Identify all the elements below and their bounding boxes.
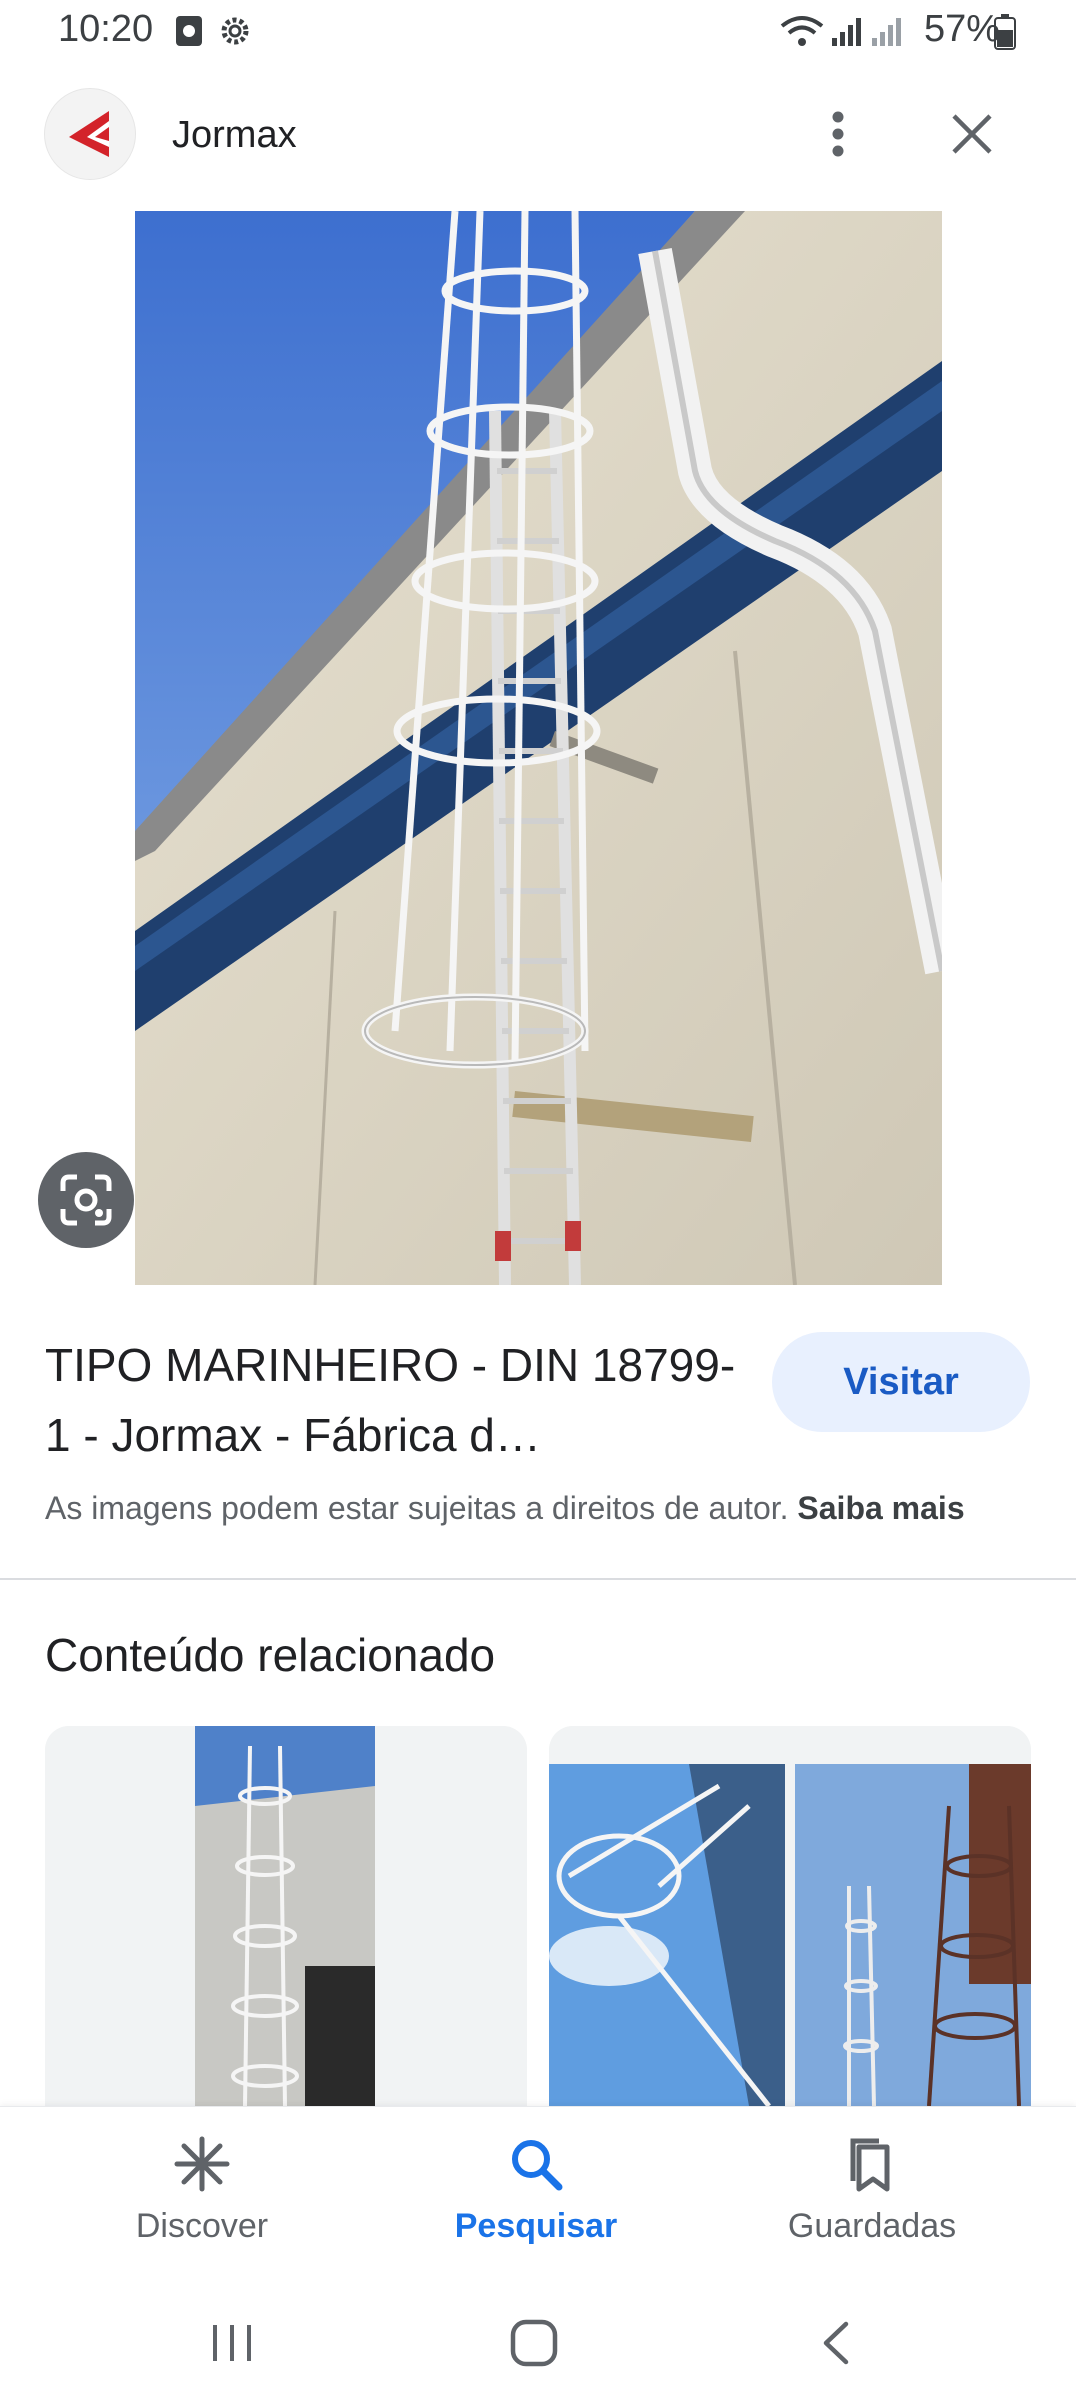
nav-saved[interactable]: Guardadas bbox=[732, 2135, 1012, 2265]
source-header: Jormax bbox=[0, 88, 1076, 188]
section-divider bbox=[0, 1578, 1076, 1580]
related-content-heading: Conteúdo relacionado bbox=[45, 1629, 496, 1681]
back-icon bbox=[823, 2321, 849, 2365]
settings-gear-icon bbox=[218, 14, 252, 53]
recents-icon bbox=[213, 2325, 251, 2361]
back-button[interactable] bbox=[796, 2308, 876, 2378]
status-bar: 10:20 57% bbox=[0, 0, 1076, 64]
related-card[interactable] bbox=[45, 1726, 527, 2106]
recents-button[interactable] bbox=[192, 2308, 272, 2378]
search-icon bbox=[512, 2140, 563, 2191]
signal-icon bbox=[830, 14, 864, 53]
visit-button[interactable]: Visitar bbox=[772, 1332, 1030, 1432]
system-navigation-bar bbox=[0, 2282, 1076, 2400]
wifi-icon bbox=[780, 14, 824, 53]
bottom-navigation: Discover Pesquisar Guardadas bbox=[0, 2106, 1076, 2282]
battery-level: 57% bbox=[923, 8, 1000, 50]
learn-more-link[interactable]: Saiba mais bbox=[797, 1490, 964, 1526]
nav-saved-label: Guardadas bbox=[787, 2207, 957, 2245]
nav-search-label: Pesquisar bbox=[454, 2207, 618, 2245]
related-card-image bbox=[549, 1726, 1031, 2106]
copyright-notice: As imagens podem estar sujeitas a direit… bbox=[45, 1490, 965, 1527]
more-vert-icon bbox=[832, 111, 844, 157]
battery-icon bbox=[994, 14, 1016, 55]
media-icon bbox=[174, 14, 204, 53]
related-card-image bbox=[45, 1726, 527, 2106]
bookmarks-icon bbox=[850, 2138, 890, 2192]
google-lens-button[interactable] bbox=[38, 1152, 134, 1248]
nav-search[interactable]: Pesquisar bbox=[396, 2135, 676, 2265]
asterisk-icon bbox=[174, 2136, 230, 2192]
home-icon bbox=[510, 2319, 558, 2367]
copyright-text: As imagens podem estar sujeitas a direit… bbox=[45, 1490, 789, 1526]
home-button[interactable] bbox=[494, 2308, 574, 2378]
more-options-button[interactable] bbox=[808, 104, 868, 164]
status-time: 10:20 bbox=[58, 8, 154, 50]
result-title[interactable]: TIPO MARINHEIRO - DIN 18799-1 - Jormax -… bbox=[45, 1330, 745, 1470]
signal-roaming-icon bbox=[870, 14, 904, 53]
nav-discover-label: Discover bbox=[135, 2207, 269, 2245]
related-card[interactable] bbox=[549, 1726, 1031, 2106]
close-icon bbox=[952, 114, 992, 154]
lens-icon bbox=[60, 1174, 112, 1226]
close-button[interactable] bbox=[942, 104, 1002, 164]
jormax-logo-icon[interactable] bbox=[44, 88, 136, 180]
site-name[interactable]: Jormax bbox=[172, 114, 297, 157]
result-image[interactable] bbox=[135, 211, 942, 1285]
nav-discover[interactable]: Discover bbox=[62, 2135, 342, 2265]
